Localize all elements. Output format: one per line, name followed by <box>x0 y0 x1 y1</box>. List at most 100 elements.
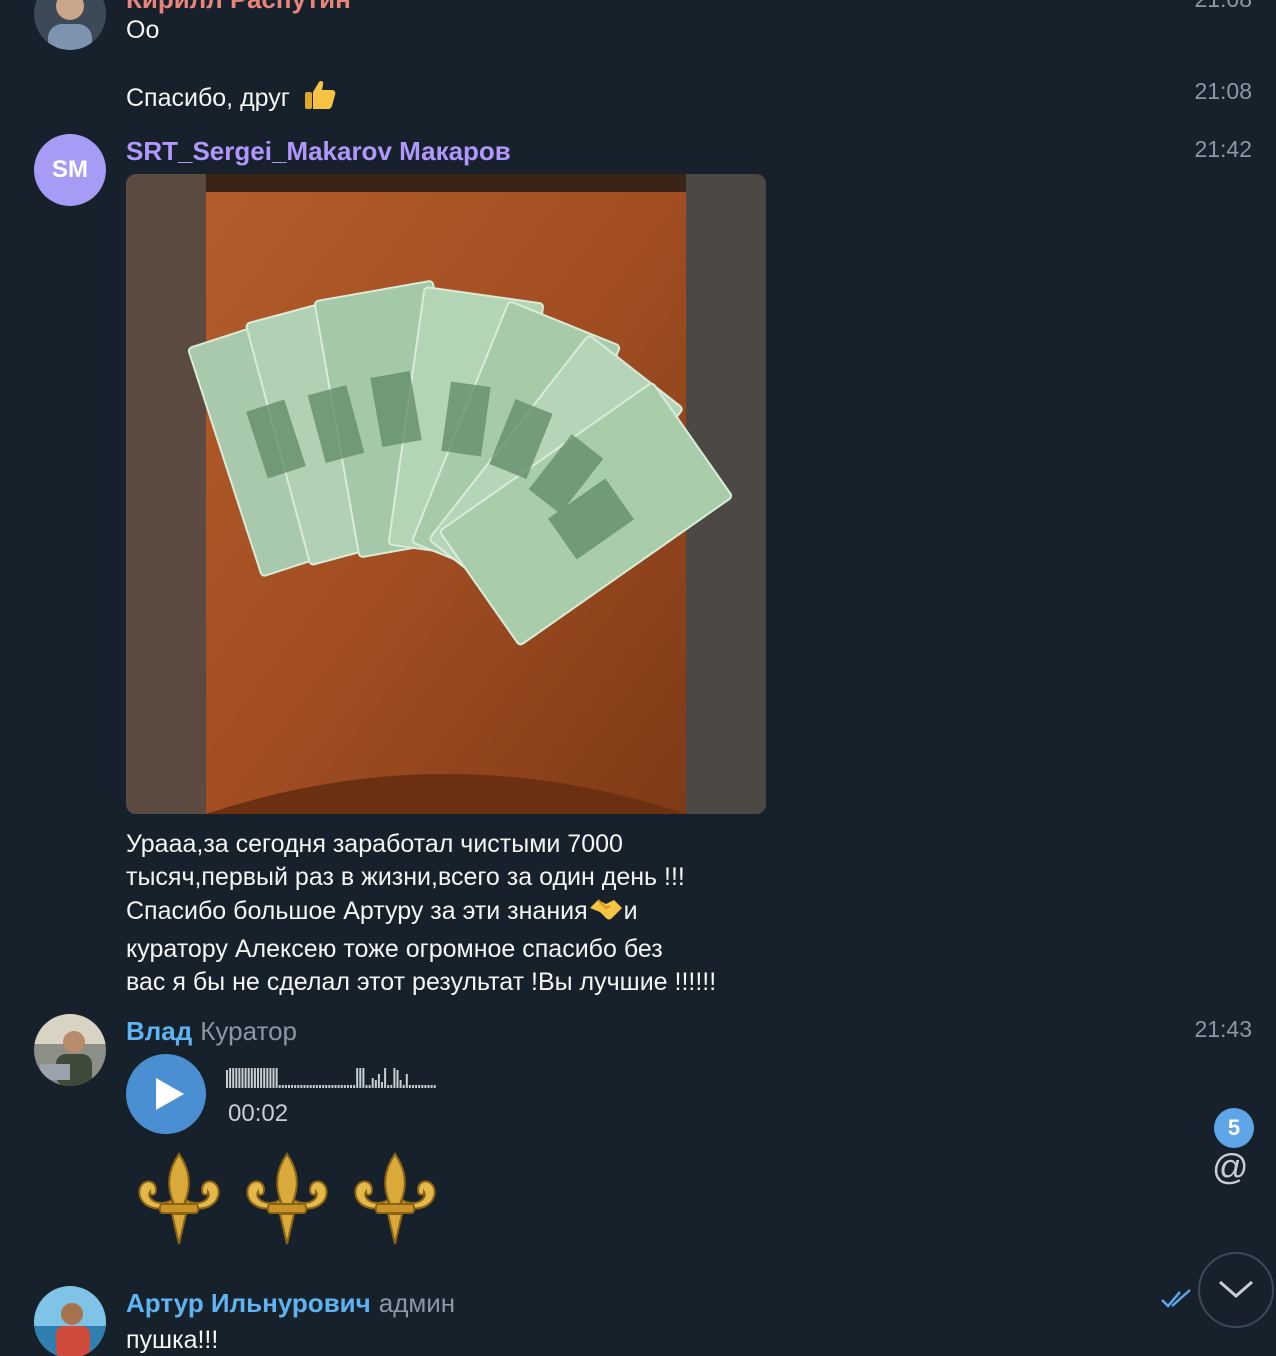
waveform-bar <box>309 1085 312 1088</box>
waveform-bar <box>396 1070 399 1088</box>
waveform-bar <box>331 1085 334 1088</box>
waveform-bar <box>340 1085 343 1088</box>
message-time: 21:42 <box>1194 136 1252 162</box>
waveform-bar <box>387 1085 390 1088</box>
waveform-bar <box>226 1070 228 1088</box>
waveform-bar <box>253 1068 256 1088</box>
waveform-bar <box>328 1085 331 1088</box>
sender-name[interactable]: Артур Ильнурович админ <box>126 1288 455 1319</box>
fleur-de-lis-icon <box>240 1152 334 1253</box>
sender-name[interactable]: Влад Куратор <box>126 1016 297 1047</box>
waveform-bar <box>350 1085 352 1088</box>
waveform-bar <box>408 1085 411 1088</box>
voice-play-button[interactable] <box>126 1054 206 1134</box>
double-check-icon <box>1160 1288 1192 1315</box>
photo-caption: Урааа,за сегодня заработал чистыми 7000 … <box>126 830 717 996</box>
waveform-bar <box>263 1068 266 1088</box>
waveform-bar <box>374 1080 377 1088</box>
fleur-de-lis-icon <box>132 1152 226 1253</box>
handshake-icon <box>588 894 624 933</box>
unread-mentions-badge[interactable]: 5 <box>1214 1108 1254 1148</box>
waveform-bar <box>229 1068 232 1088</box>
waveform-bar <box>325 1085 328 1088</box>
waveform-bar <box>272 1068 275 1088</box>
waveform-bar <box>315 1085 318 1088</box>
waveform-bar <box>319 1085 321 1088</box>
waveform-bar <box>334 1085 337 1088</box>
fleur-de-lis-icon <box>348 1152 442 1253</box>
waveform-bar <box>405 1074 408 1088</box>
waveform-bar <box>275 1068 278 1088</box>
waveform-bar <box>390 1085 393 1088</box>
waveform-bar <box>250 1068 253 1088</box>
money-banknotes-photo[interactable] <box>126 174 766 814</box>
waveform-bar <box>346 1085 349 1088</box>
thumbs-up-icon <box>303 78 337 121</box>
avatar-artur[interactable] <box>34 1286 106 1356</box>
waveform-bar <box>427 1085 430 1088</box>
waveform-bar <box>384 1068 387 1088</box>
avatar-vlad[interactable] <box>34 1014 106 1086</box>
waveform-bar <box>402 1085 405 1088</box>
sender-name[interactable]: SRT_Sergei_Makarov Макаров <box>126 136 511 167</box>
voice-duration: 00:02 <box>228 1100 289 1127</box>
waveform-bar <box>430 1085 433 1088</box>
waveform-bar <box>260 1068 263 1088</box>
message-time: 21:43 <box>1194 1016 1252 1042</box>
waveform-bar <box>418 1085 421 1088</box>
waveform-bar <box>412 1085 414 1088</box>
chevron-down-icon <box>1216 1276 1256 1307</box>
waveform-bar <box>353 1085 356 1088</box>
waveform-bar <box>281 1085 284 1088</box>
voice-waveform[interactable] <box>226 1064 442 1097</box>
avatar-kirill[interactable] <box>34 0 106 50</box>
message-time: 21:08 <box>1194 78 1252 104</box>
waveform-bar <box>291 1085 294 1088</box>
waveform-bar <box>266 1068 269 1088</box>
waveform-bar <box>235 1068 238 1088</box>
waveform-bar <box>365 1085 368 1088</box>
avatar-sm[interactable]: SM <box>34 134 106 206</box>
message-text: пушка!!! <box>126 1326 219 1354</box>
waveform-bar <box>269 1068 272 1088</box>
sender-name[interactable]: Кирилл Распутин <box>126 0 351 15</box>
waveform-bar <box>381 1082 383 1088</box>
waveform-bar <box>399 1080 402 1088</box>
waveform-bar <box>241 1068 244 1088</box>
waveform-bar <box>377 1074 380 1088</box>
waveform-bar <box>343 1085 346 1088</box>
waveform-bar <box>359 1068 362 1088</box>
waveform-bar <box>433 1085 436 1088</box>
waveform-bar <box>278 1085 281 1088</box>
waveform-bar <box>238 1068 241 1088</box>
waveform-bar <box>393 1068 396 1088</box>
message-text: Спасибо, друг <box>126 78 337 121</box>
mention-button[interactable]: @ <box>1212 1146 1249 1188</box>
waveform-bar <box>368 1085 371 1088</box>
chat-history: Кирилл Распутин 21:08 Оо Спасибо, друг 2… <box>0 0 1276 1356</box>
waveform-bar <box>284 1085 287 1088</box>
waveform-bar <box>322 1085 325 1088</box>
waveform-bar <box>244 1068 247 1088</box>
scroll-to-bottom-button[interactable] <box>1198 1252 1274 1328</box>
waveform-bar <box>294 1085 297 1088</box>
waveform-bar <box>300 1085 303 1088</box>
waveform-bar <box>337 1085 340 1088</box>
play-icon <box>154 1076 186 1117</box>
message-text: Оо <box>126 16 160 44</box>
waveform-bar <box>232 1068 235 1088</box>
waveform-bar <box>288 1085 290 1088</box>
waveform-bar <box>297 1085 300 1088</box>
waveform-bar <box>257 1068 259 1088</box>
waveform-bar <box>303 1085 306 1088</box>
waveform-bar <box>415 1085 418 1088</box>
waveform-bar <box>362 1068 365 1088</box>
waveform-bar <box>424 1085 427 1088</box>
waveform-bar <box>421 1085 424 1088</box>
waveform-bar <box>371 1078 374 1088</box>
waveform-bar <box>306 1085 309 1088</box>
waveform-bar <box>356 1068 359 1088</box>
message-time: 21:08 <box>1194 0 1252 13</box>
waveform-bar <box>312 1085 315 1088</box>
waveform-bar <box>247 1068 250 1088</box>
